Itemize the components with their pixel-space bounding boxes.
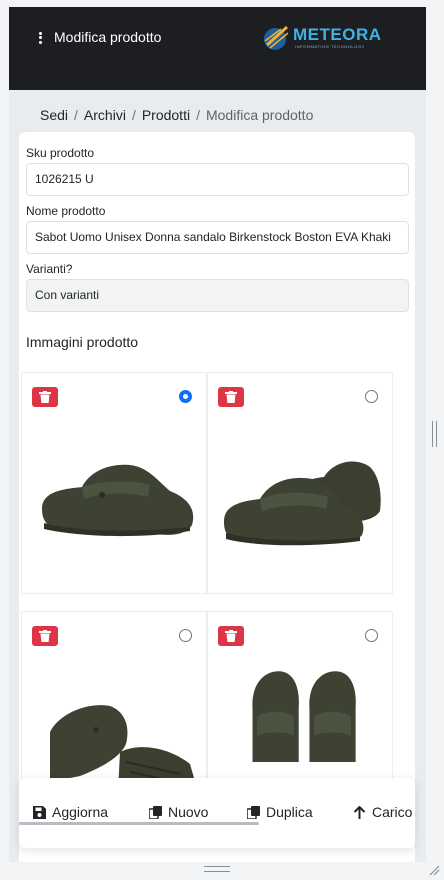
name-label: Nome prodotto bbox=[26, 204, 106, 218]
duplicate-icon bbox=[246, 806, 260, 820]
breadcrumb-separator: / bbox=[74, 107, 78, 123]
logo-text: METEORA bbox=[293, 25, 382, 44]
side-resize-handle[interactable] bbox=[432, 421, 437, 447]
breadcrumb-separator: / bbox=[196, 107, 200, 123]
breadcrumb-item-prodotti[interactable]: Prodotti bbox=[142, 107, 190, 123]
name-input[interactable]: Sabot Uomo Unisex Donna sandalo Birkenst… bbox=[26, 221, 409, 254]
product-image-card bbox=[207, 372, 393, 594]
trash-icon bbox=[39, 391, 51, 403]
delete-image-button[interactable] bbox=[218, 387, 244, 407]
save-icon bbox=[33, 806, 46, 819]
page-title: Modifica prodotto bbox=[54, 29, 162, 45]
breadcrumb-item-current: Modifica prodotto bbox=[205, 107, 314, 123]
shoe-top-image bbox=[252, 671, 356, 762]
arrow-up-icon bbox=[353, 805, 366, 819]
copy-icon bbox=[148, 806, 162, 820]
toolbar-scrollbar[interactable] bbox=[19, 822, 259, 825]
breadcrumb-separator: / bbox=[131, 107, 136, 123]
load-button[interactable]: Carico bbox=[353, 804, 412, 820]
update-button[interactable]: Aggiorna bbox=[33, 804, 108, 820]
kebab-menu-icon[interactable] bbox=[34, 30, 46, 46]
delete-image-button[interactable] bbox=[218, 626, 244, 646]
product-image-card bbox=[21, 372, 207, 594]
delete-image-button[interactable] bbox=[32, 387, 58, 407]
new-button[interactable]: Nuovo bbox=[148, 804, 208, 820]
shoe-side-image bbox=[42, 464, 194, 537]
trash-icon bbox=[39, 630, 51, 642]
meteora-logo: METEORA INFORMATION TECHNOLOGY bbox=[261, 22, 381, 54]
product-form-card: Sku prodotto 1026215 U Nome prodotto Sab… bbox=[19, 132, 415, 862]
action-toolbar: Aggiorna Nuovo Duplica Carico bbox=[19, 778, 415, 848]
breadcrumb: Sedi / Archivi / Prodotti / Modifica prodotto bbox=[40, 107, 313, 123]
resize-corner-icon[interactable] bbox=[428, 864, 440, 876]
top-bar: Modifica prodotto METEORA INFORMATION TE… bbox=[9, 7, 426, 90]
trash-icon bbox=[225, 630, 237, 642]
shoe-pair-image bbox=[224, 461, 381, 546]
main-image-radio[interactable] bbox=[365, 390, 378, 403]
main-image-radio[interactable] bbox=[179, 629, 192, 642]
duplicate-button[interactable]: Duplica bbox=[246, 804, 313, 820]
breadcrumb-item-archivi[interactable]: Archivi bbox=[84, 107, 126, 123]
variants-label: Varianti? bbox=[26, 262, 73, 276]
breadcrumb-item-sedi[interactable]: Sedi bbox=[40, 107, 68, 123]
variants-select[interactable]: Con varianti bbox=[26, 279, 409, 312]
logo-globe-icon bbox=[264, 25, 289, 50]
sku-input[interactable]: 1026215 U bbox=[26, 163, 409, 196]
sku-label: Sku prodotto bbox=[26, 146, 95, 160]
trash-icon bbox=[225, 391, 237, 403]
main-image-radio[interactable] bbox=[365, 629, 378, 642]
bottom-resize-handle[interactable] bbox=[204, 866, 230, 872]
delete-image-button[interactable] bbox=[32, 626, 58, 646]
shoe-sole-image bbox=[50, 705, 198, 792]
images-section-title: Immagini prodotto bbox=[26, 334, 139, 350]
logo-subtitle: INFORMATION TECHNOLOGY bbox=[295, 44, 365, 49]
main-image-radio[interactable] bbox=[179, 390, 192, 403]
app-frame: Modifica prodotto METEORA INFORMATION TE… bbox=[9, 7, 426, 862]
